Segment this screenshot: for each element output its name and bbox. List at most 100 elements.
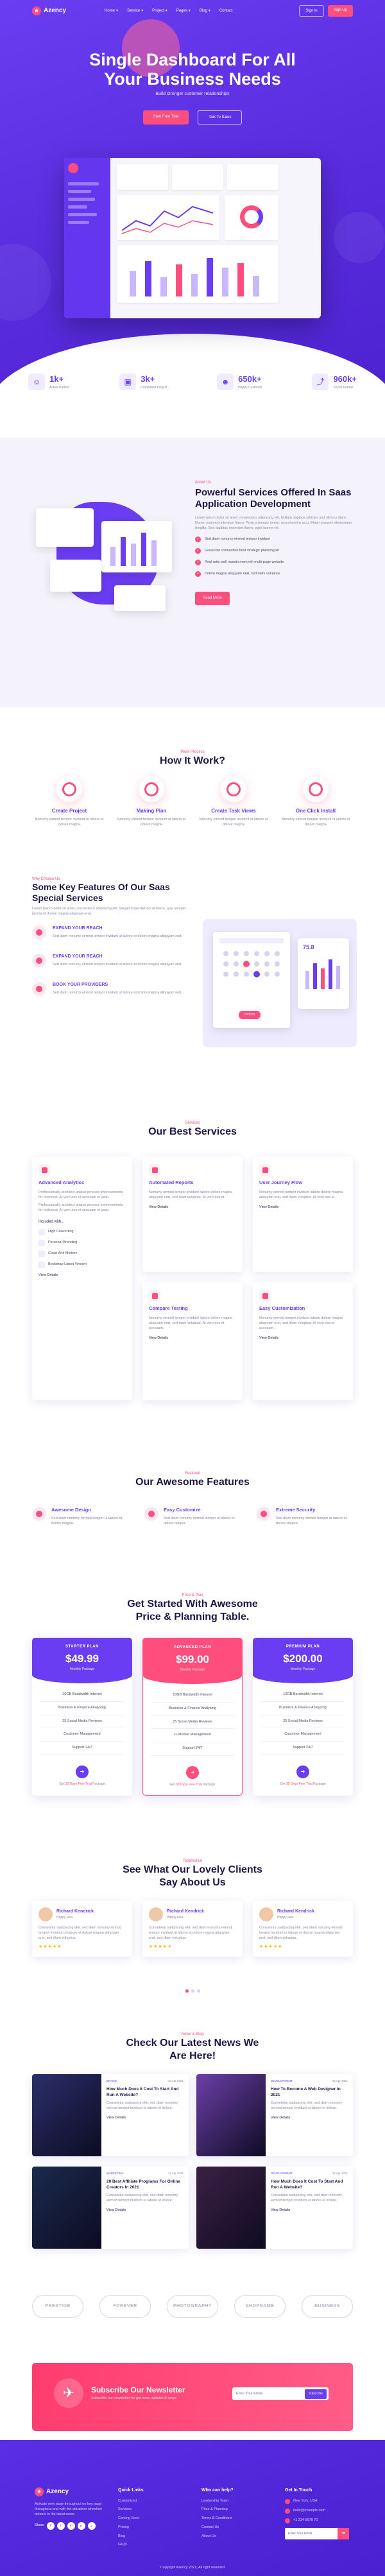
nav-item-home[interactable]: Home ▾ xyxy=(105,8,118,13)
subscribe-button[interactable]: Subscribe xyxy=(304,2389,327,2399)
check-text: Great into connection best strategic pla… xyxy=(205,549,279,553)
footer-link[interactable]: Contact Us xyxy=(201,2525,272,2530)
brands-section: PRESTIGE FOREVER PHOTOGRAPHY SHOPNAME BU… xyxy=(0,2273,385,2350)
news-date: 15 Apr 2021 xyxy=(167,2172,184,2175)
feature-text: Sed diam nonumy eirmod tempor invidunt u… xyxy=(53,990,183,995)
dashboard-logo-icon xyxy=(68,163,78,173)
brand-logo[interactable]: ★ Azency xyxy=(32,6,66,15)
nav-label: Blog xyxy=(199,8,207,13)
view-details-link[interactable]: View Details xyxy=(271,2208,348,2213)
check-item: ✓ Real ratio well rountin mem eth multi-p… xyxy=(195,560,355,566)
awesome-row: Awesome Design Sed diam nonumy eirmod tem… xyxy=(32,1507,353,1526)
feature-icon xyxy=(38,1228,45,1235)
nav-item-contact[interactable]: Contact xyxy=(219,8,233,13)
footer-link[interactable]: Terms & Conditions xyxy=(201,2516,272,2521)
news-card[interactable]: DEVELOPMENT 15 Apr 2021 How To Become A W… xyxy=(196,2074,353,2156)
footer-link[interactable]: About Us xyxy=(201,2534,272,2539)
testimonial-card: Richard Kendrick Happy user Consetetur sa… xyxy=(253,1901,353,1957)
service-card: Compare Testing Nonumy eirmod tempor inv… xyxy=(142,1282,243,1400)
carousel-dot[interactable] xyxy=(185,1989,189,1993)
nav-item-pages[interactable]: Pages ▾ xyxy=(176,8,191,13)
news-eyebrow: News & Blog xyxy=(181,2032,204,2036)
view-details-link[interactable]: View Details xyxy=(107,2208,184,2213)
about-body: Lorem ipsum dolor sit amet consectetur a… xyxy=(195,516,352,531)
awesome-item: Easy Customize Sed diam nonumy eirmod tem… xyxy=(144,1507,241,1526)
view-details-link[interactable]: View Details xyxy=(271,2116,348,2121)
testimonial-text: Consetetur sadipscing elitr, sed diam no… xyxy=(38,1926,122,1940)
footer-email-input[interactable] xyxy=(285,2527,338,2539)
footer-logo[interactable]: ★ Azency xyxy=(35,2487,105,2496)
view-details-link[interactable]: View Details xyxy=(259,1205,346,1210)
testimonials-title-line: See What Our Lovely Clients xyxy=(123,1864,262,1876)
carousel-dot[interactable] xyxy=(191,1989,194,1993)
talk-sales-button[interactable]: Talk To Sales xyxy=(198,110,243,125)
footer-link[interactable]: Price & Planning xyxy=(201,2507,272,2512)
pinterest-icon[interactable]: p xyxy=(77,2522,85,2530)
news-card[interactable]: MARKETING 15 Apr 2021 20 Best Affiliate P… xyxy=(32,2167,189,2249)
start-trial-button[interactable]: Start Free Trial xyxy=(142,110,189,125)
view-details-link[interactable]: View Details xyxy=(259,1336,346,1341)
confirm-button[interactable]: Confirm xyxy=(239,1011,261,1019)
footer-link[interactable]: Services xyxy=(118,2507,189,2512)
included-item: Bootstrap Latest Version xyxy=(38,1261,126,1268)
brand-logo-item: PHOTOGRAPHY xyxy=(167,2295,218,2318)
included-text: Clean And Modern xyxy=(48,1251,78,1256)
linkedin-icon[interactable]: in xyxy=(67,2522,75,2530)
step-title: Create Project xyxy=(51,808,87,814)
nav-label: Contact xyxy=(219,8,233,13)
included-item: Personal Branding xyxy=(38,1239,126,1246)
stat-item: ☻ 650k+ Happy Customer xyxy=(217,374,262,391)
nav-item-blog[interactable]: Blog ▾ xyxy=(200,8,210,13)
plan-note-suffix: Package xyxy=(203,1782,216,1787)
arrow-right-icon[interactable]: ➜ xyxy=(76,1765,89,1778)
news-card[interactable]: DEVELOPMENT 15 Apr 2021 How Much Does It … xyxy=(196,2167,353,2249)
check-item: ✓ Great into connection best strategic pl… xyxy=(195,548,355,554)
main-menu: Home ▾ Service ▾ Project ▾ Pages ▾ Blog ▾ Con… xyxy=(105,8,233,13)
avatar xyxy=(149,1907,163,1921)
testimonial-header: Richard Kendrick Happy user xyxy=(38,1907,126,1921)
signin-button[interactable]: Sign in xyxy=(299,4,324,17)
book-icon xyxy=(32,982,46,996)
view-details-link[interactable]: View Details xyxy=(107,2116,184,2121)
dashboard-mockup xyxy=(64,158,321,318)
news-image xyxy=(196,2167,266,2249)
footer-col-title: Get In Touch xyxy=(285,2488,312,2493)
view-details-link[interactable]: View Details xyxy=(38,1273,126,1278)
footer-link[interactable]: FAQs xyxy=(118,2543,189,2548)
about-section: About Us Powerful Services Offered In Sa… xyxy=(0,438,385,707)
facebook-icon[interactable]: f xyxy=(46,2522,55,2530)
service-text: Professionally architect unique process … xyxy=(38,1190,123,1199)
site-footer: ★ Azency Activate new page throughout on … xyxy=(0,2440,385,2576)
newsletter-email-input[interactable] xyxy=(236,2392,294,2396)
footer-email-form: ➜ xyxy=(285,2527,355,2539)
carousel-dot[interactable] xyxy=(196,1989,200,1993)
arrow-right-icon[interactable]: ➜ xyxy=(296,1765,309,1778)
view-details-link[interactable]: View Details xyxy=(149,1336,236,1341)
check-text: Dolore magna aliquyam erat, sed diam vol… xyxy=(205,572,280,576)
stat-value: 960k+ xyxy=(333,374,357,384)
plan-feature: Customer Management xyxy=(261,1728,345,1742)
footer-link[interactable]: Pricing xyxy=(118,2525,189,2530)
nav-item-project[interactable]: Project ▾ xyxy=(152,8,167,13)
send-icon[interactable]: ➜ xyxy=(338,2527,349,2539)
read-more-button[interactable]: Read More xyxy=(195,592,230,605)
feature-icon xyxy=(38,1239,45,1246)
plan-price: $99.00 xyxy=(176,1653,209,1666)
news-category: MARKETING xyxy=(107,2172,124,2175)
twitter-icon[interactable]: t xyxy=(56,2522,65,2530)
check-text: Sed diam nonumy eirmod tempor invidunt xyxy=(205,537,270,542)
news-card[interactable]: BRAND 15 Apr 2021 How Much Does It Cost T… xyxy=(32,2074,189,2156)
view-details-link[interactable]: View Details xyxy=(149,1205,236,1210)
analytics-icon xyxy=(38,1164,50,1176)
youtube-icon[interactable]: y xyxy=(87,2522,96,2530)
footer-link[interactable]: Coming Soon xyxy=(118,2516,189,2521)
arrow-right-icon[interactable]: ➜ xyxy=(186,1765,199,1779)
pricing-card-premium: PREMIUM PLAN $200.00 Monthly Package 10GB … xyxy=(253,1638,353,1796)
nav-item-service[interactable]: Service ▾ xyxy=(127,8,143,13)
footer-link[interactable]: Leadership Team xyxy=(201,2499,272,2504)
brand-logo-item: BUSINESS xyxy=(302,2295,353,2318)
signup-button[interactable]: Sign Up xyxy=(327,4,353,17)
footer-link[interactable]: Blog xyxy=(118,2534,189,2539)
feature-title: EXPAND YOUR REACH xyxy=(53,926,103,931)
footer-link[interactable]: Customized xyxy=(118,2499,189,2504)
